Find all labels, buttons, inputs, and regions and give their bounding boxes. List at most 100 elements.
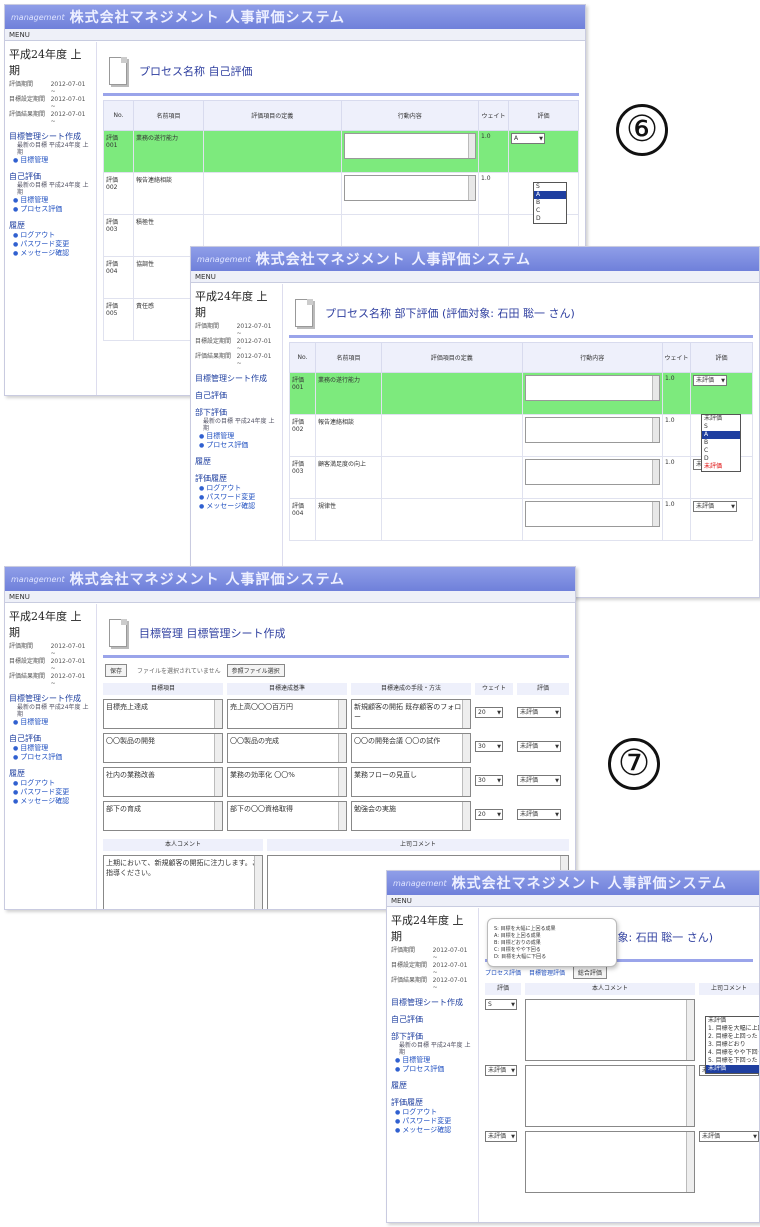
goal-item-input[interactable]: 社内の業務改善 [103,767,223,797]
eval-dropdown[interactable]: S A B C D [533,182,567,224]
boss-eval-select[interactable]: 未評価 [699,1131,759,1142]
logout-link[interactable]: ログアウト [195,484,278,493]
sidebar-item-goal-sheet[interactable]: 目標管理シート作成 [9,131,92,142]
goal-std-input[interactable]: 業務の効率化 〇〇% [227,767,347,797]
list-option[interactable]: 3. 目標どおり [706,1041,759,1049]
sidebar-item-history[interactable]: 履歴 [391,1080,474,1091]
dropdown-option[interactable]: C [534,207,566,215]
eval-select[interactable]: 未評価 [485,1065,517,1076]
dropdown-option[interactable]: D [702,455,740,463]
sidebar-item-sub-eval[interactable]: 部下評価 [195,407,278,418]
sidebar-link[interactable]: プロセス評価 [391,1065,474,1074]
dropdown-option[interactable]: B [702,439,740,447]
action-textarea[interactable] [524,459,660,485]
goal-method-input[interactable]: 新規顧客の開拓 既存顧客のフォロー [351,699,471,729]
sidebar-link[interactable]: 目標管理 [9,156,92,165]
sidebar-link[interactable]: 目標管理 [195,432,278,441]
goal-std-input[interactable]: 〇〇製品の完成 [227,733,347,763]
sidebar-link[interactable]: 目標管理 [9,718,92,727]
goal-item-input[interactable]: 部下の育成 [103,801,223,831]
weight-select[interactable]: 20 [475,809,503,820]
eval-dropdown[interactable]: 未評価 S A B C D 未評価 [701,414,741,472]
sidebar-item-history[interactable]: 履歴 [195,456,278,467]
action-textarea[interactable] [524,501,660,527]
browse-button[interactable]: 参照ファイル選択 [226,664,285,677]
goal-method-input[interactable]: 勉強会の実施 [351,801,471,831]
dropdown-option[interactable]: 未評価 [702,463,740,471]
list-option[interactable]: 4. 目標をやや下回った [706,1049,759,1057]
goal-item-input[interactable]: 目標売上達成 [103,699,223,729]
sidebar-link[interactable]: プロセス評価 [9,205,92,214]
sidebar-item-history[interactable]: 履歴 [9,220,92,231]
tab-process[interactable]: プロセス評価 [485,970,521,977]
sidebar-item-goal-sheet[interactable]: 目標管理シート作成 [391,997,474,1008]
sidebar-item-self-eval[interactable]: 自己評価 [9,171,92,182]
action-textarea[interactable] [343,133,476,159]
message-link[interactable]: メッセージ確認 [391,1126,474,1135]
message-link[interactable]: メッセージ確認 [9,797,92,806]
eval-select[interactable]: 未評価 [517,809,561,820]
sidebar-link[interactable]: プロセス評価 [195,441,278,450]
menu-bar[interactable]: MENU [191,271,759,283]
logout-link[interactable]: ログアウト [9,231,92,240]
goal-method-input[interactable]: 〇〇の開発会議 〇〇の試作 [351,733,471,763]
sidebar-item-history[interactable]: 履歴 [9,768,92,779]
dropdown-option[interactable]: S [702,423,740,431]
sidebar-item-eval-history[interactable]: 評価履歴 [391,1097,474,1108]
message-link[interactable]: メッセージ確認 [9,249,92,258]
save-button[interactable]: 保存 [105,664,128,677]
eval-select[interactable]: 未評価 [693,375,727,386]
self-comment-input[interactable] [525,999,695,1061]
goal-item-input[interactable]: 〇〇製品の開発 [103,733,223,763]
list-option[interactable]: 1. 目標を大幅に上回った [706,1025,759,1033]
message-link[interactable]: メッセージ確認 [195,502,278,511]
sidebar-item-sub-eval[interactable]: 部下評価 [391,1031,474,1042]
action-textarea[interactable] [524,375,660,401]
list-option[interactable]: 2. 目標を上回った [706,1033,759,1041]
eval-select[interactable]: 未評価 [485,1131,517,1142]
list-option[interactable]: 5. 目標を下回った [706,1057,759,1065]
password-link[interactable]: パスワード変更 [9,788,92,797]
sidebar-item-self-eval[interactable]: 自己評価 [391,1014,474,1025]
sidebar-item-eval-history[interactable]: 評価履歴 [195,473,278,484]
eval-select[interactable]: 未評価 [693,501,737,512]
dropdown-option[interactable]: 未評価 [702,415,740,423]
goal-method-input[interactable]: 業務フローの見直し [351,767,471,797]
self-comment-input[interactable] [525,1131,695,1193]
tab-goal[interactable]: 目標管理評価 [529,970,565,977]
action-textarea[interactable] [524,417,660,443]
menu-bar[interactable]: MENU [5,29,585,41]
sidebar-item-self-eval[interactable]: 自己評価 [195,390,278,401]
action-textarea[interactable] [343,175,476,201]
list-option[interactable]: 未評価 [706,1017,759,1025]
password-link[interactable]: パスワード変更 [195,493,278,502]
sidebar-link[interactable]: 目標管理 [9,196,92,205]
password-link[interactable]: パスワード変更 [9,240,92,249]
menu-bar[interactable]: MENU [5,591,575,603]
eval-select[interactable]: 未評価 [517,707,561,718]
dropdown-option[interactable]: B [534,199,566,207]
weight-select[interactable]: 30 [475,775,503,786]
self-comment-input[interactable] [525,1065,695,1127]
logout-link[interactable]: ログアウト [9,779,92,788]
sidebar-item-goal-sheet[interactable]: 目標管理シート作成 [195,373,278,384]
sidebar-item-goal-sheet[interactable]: 目標管理シート作成 [9,693,92,704]
tab-total[interactable]: 総合評価 [572,966,607,979]
dropdown-option[interactable]: A [702,431,740,439]
eval-select[interactable]: 未評価 [517,775,561,786]
boss-eval-listbox[interactable]: 未評価 1. 目標を大幅に上回った 2. 目標を上回った 3. 目標どおり 4.… [705,1016,759,1074]
dropdown-option[interactable]: A [534,191,566,199]
sidebar-link[interactable]: プロセス評価 [9,753,92,762]
goal-std-input[interactable]: 部下の〇〇資格取得 [227,801,347,831]
logout-link[interactable]: ログアウト [391,1108,474,1117]
eval-select[interactable]: A [511,133,545,144]
goal-std-input[interactable]: 売上高〇〇〇百万円 [227,699,347,729]
dropdown-option[interactable]: D [534,215,566,223]
weight-select[interactable]: 30 [475,741,503,752]
sidebar-link[interactable]: 目標管理 [9,744,92,753]
list-option[interactable]: 未評価 [706,1065,759,1073]
self-comment-input[interactable]: 上期において、新規顧客の開拓に注力します。ご指導ください。 [103,855,263,909]
password-link[interactable]: パスワード変更 [391,1117,474,1126]
sidebar-link[interactable]: 目標管理 [391,1056,474,1065]
weight-select[interactable]: 20 [475,707,503,718]
